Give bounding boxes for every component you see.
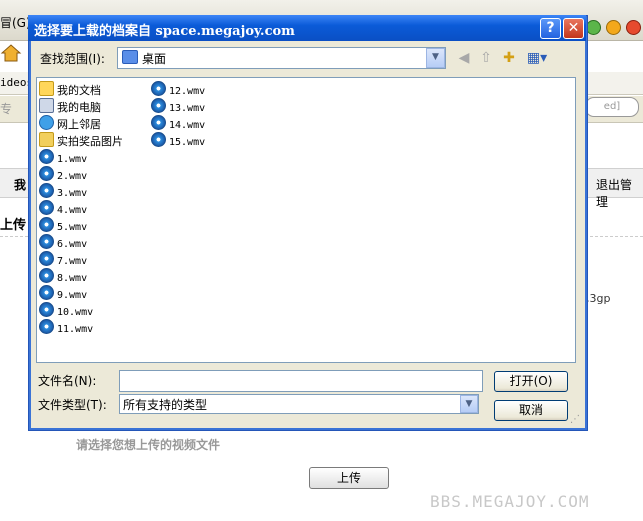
wmv-file-icon [151, 132, 166, 147]
file-list-item[interactable]: 14.wmv [151, 115, 205, 131]
wmv-file-icon [151, 81, 166, 96]
wmv-file-icon [39, 285, 54, 300]
wmv-file-icon [39, 217, 54, 232]
file-name: 12.wmv [169, 86, 206, 97]
wmv-file-icon [39, 319, 54, 334]
filetype-value: 所有支持的类型 [123, 398, 208, 412]
nav-item-left[interactable]: 我 [14, 176, 26, 193]
file-list-item[interactable]: 4.wmv [39, 200, 87, 216]
file-list-item[interactable]: 3.wmv [39, 183, 87, 199]
up-folder-icon[interactable]: ⇧ [476, 48, 496, 68]
file-list-item[interactable]: 我的电脑 [39, 98, 101, 114]
file-name: 我的文档 [57, 84, 101, 97]
resize-grip-icon[interactable]: ⋰ [570, 414, 582, 426]
wmv-file-icon [39, 166, 54, 181]
file-list-item[interactable]: 12.wmv [151, 81, 205, 97]
watermark: BBS.MEGAJOY.COM [430, 492, 590, 511]
wmv-file-icon [151, 98, 166, 113]
file-list-item[interactable]: 6.wmv [39, 234, 87, 250]
file-name: 网上邻居 [57, 118, 101, 131]
file-name: 15.wmv [169, 137, 206, 148]
file-name: 13.wmv [169, 103, 206, 114]
maximize-icon[interactable] [606, 20, 621, 35]
back-icon[interactable]: ◀ [454, 48, 474, 68]
file-name: 实拍奖品图片 [57, 135, 123, 148]
look-in-select[interactable] [117, 47, 446, 69]
file-list-item[interactable]: 13.wmv [151, 98, 205, 114]
filename-label: 文件名(N): [38, 374, 97, 388]
look-in-value: 桌面 [142, 52, 167, 66]
my-computer-icon [39, 98, 54, 113]
home-icon[interactable] [0, 42, 22, 64]
file-list-item[interactable]: 1.wmv [39, 149, 87, 165]
wmv-file-icon [151, 115, 166, 130]
file-list-item[interactable]: 网上邻居 [39, 115, 101, 131]
cancel-button[interactable]: 取消 [494, 400, 568, 421]
file-name: 我的电脑 [57, 101, 101, 114]
wmv-file-icon [39, 200, 54, 215]
wmv-file-icon [39, 183, 54, 198]
file-name: 4.wmv [57, 205, 88, 216]
search-text: 专 [0, 102, 13, 116]
upload-hint: 请选择您想上传的视频文件 [76, 438, 221, 452]
file-name: 10.wmv [57, 307, 94, 318]
file-list-item[interactable]: 我的文档 [39, 81, 101, 97]
file-name: 7.wmv [57, 256, 88, 267]
filetype-label: 文件类型(T): [38, 398, 107, 412]
file-name: 5.wmv [57, 222, 88, 233]
file-list-item[interactable]: 11.wmv [39, 319, 93, 335]
desktop-icon [122, 50, 138, 64]
browser-close-icon[interactable] [626, 20, 641, 35]
view-menu-icon[interactable]: ▦▾ [524, 48, 550, 68]
new-folder-icon[interactable]: ✚ [499, 48, 519, 68]
file-list-item[interactable]: 实拍奖品图片 [39, 132, 123, 148]
file-name: 6.wmv [57, 239, 88, 250]
file-name: 14.wmv [169, 120, 206, 131]
file-name: 2.wmv [57, 171, 88, 182]
wmv-file-icon [39, 268, 54, 283]
file-name: 8.wmv [57, 273, 88, 284]
wmv-file-icon [39, 302, 54, 317]
wmv-file-icon [39, 234, 54, 249]
file-list[interactable]: 我的文档我的电脑网上邻居实拍奖品图片 1.wmv 2.wmv 3.wmv 4.wmv 5.… [36, 77, 576, 363]
file-name: 3.wmv [57, 188, 88, 199]
file-list-item[interactable]: 8.wmv [39, 268, 87, 284]
open-button[interactable]: 打开(O) [494, 371, 568, 392]
file-list-item[interactable]: 9.wmv [39, 285, 87, 301]
file-list-item[interactable]: 2.wmv [39, 166, 87, 182]
right-search-input[interactable]: ed] [585, 97, 639, 117]
file-list-item[interactable]: 10.wmv [39, 302, 93, 318]
file-list-item[interactable]: 7.wmv [39, 251, 87, 267]
look-in-label: 查找范围(I): [40, 52, 105, 66]
nav-item-logout[interactable]: 退出管理 [596, 176, 643, 210]
upload-button[interactable]: 上传 [309, 467, 389, 489]
wmv-file-icon [39, 149, 54, 164]
file-list-item[interactable]: 5.wmv [39, 217, 87, 233]
dialog-title: 选择要上载的档案自 space.megajoy.com [34, 24, 295, 39]
supported-formats-text: ,3gp [586, 292, 611, 305]
file-name: 11.wmv [57, 324, 94, 335]
my-documents-icon [39, 81, 54, 96]
folder-icon [39, 132, 54, 147]
browser-menu-fragment[interactable]: 冒(G) [0, 14, 31, 31]
network-places-icon [39, 115, 54, 130]
help-button[interactable]: ? [540, 18, 561, 39]
file-name: 1.wmv [57, 154, 88, 165]
close-button[interactable]: ✕ [563, 18, 584, 39]
file-name: 9.wmv [57, 290, 88, 301]
file-list-item[interactable]: 15.wmv [151, 132, 205, 148]
upload-heading: 上传 [0, 218, 27, 233]
chevron-down-icon[interactable]: ▼ [460, 395, 478, 413]
chevron-down-icon[interactable]: ▼ [426, 48, 445, 68]
wmv-file-icon [39, 251, 54, 266]
filename-input[interactable] [119, 370, 483, 392]
minimize-icon[interactable] [586, 20, 601, 35]
